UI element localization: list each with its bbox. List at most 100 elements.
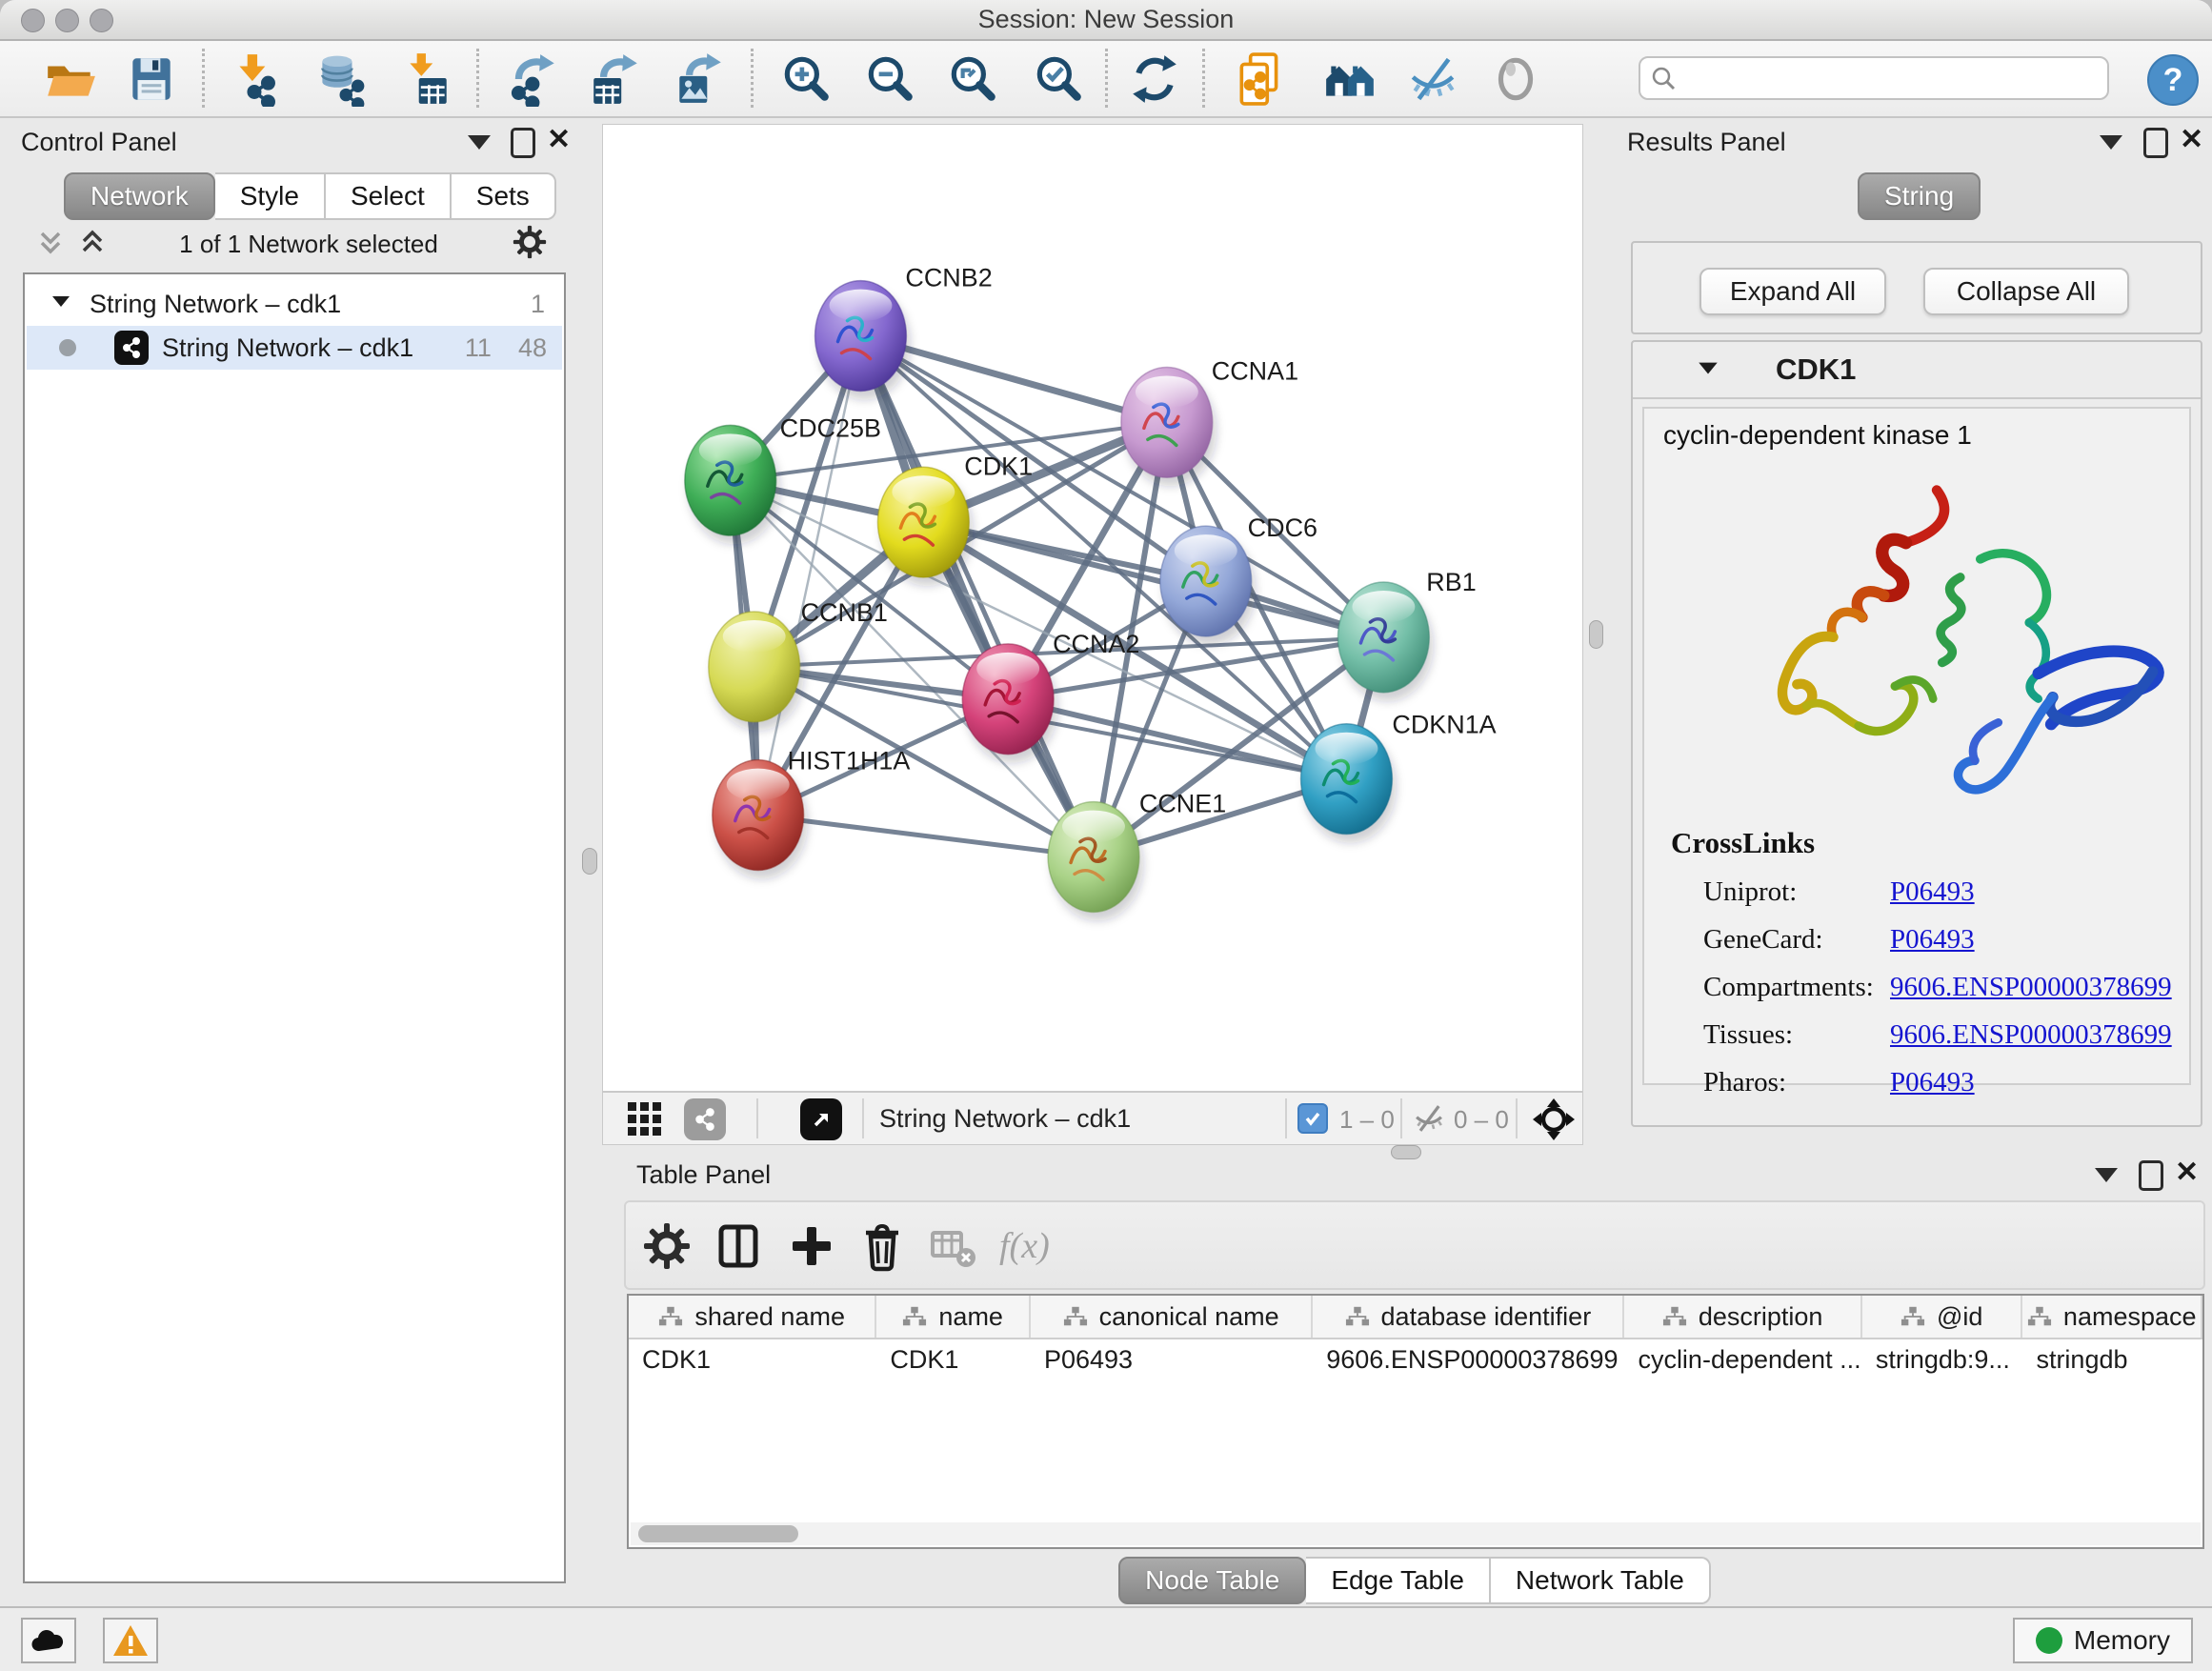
tab-string[interactable]: String [1858,172,1981,220]
table-cell[interactable]: 9606.ENSP00000378699 [1313,1339,1624,1379]
crosslink-label: Compartments: [1703,972,1890,1003]
import-network-database-icon[interactable] [312,51,367,107]
column-header-shared-name[interactable]: shared name [629,1296,876,1338]
delete-column-trash-icon[interactable] [855,1219,909,1273]
zoom-fit-icon[interactable] [945,51,1000,107]
tab-edge-table[interactable]: Edge Table [1306,1557,1491,1604]
hidden-eye-slash-icon[interactable] [1412,1101,1446,1140]
selected-checkbox-icon[interactable] [1297,1103,1328,1134]
column-header-name[interactable]: name [876,1296,1031,1338]
collapse-all-chevron-icon[interactable] [36,228,65,261]
tab-node-table[interactable]: Node Table [1118,1557,1306,1604]
collapse-panel-icon[interactable] [2095,1168,2118,1182]
import-table-icon[interactable] [399,51,454,107]
open-external-icon[interactable] [800,1098,842,1140]
table-cell[interactable]: CDK1 [629,1339,876,1379]
close-window-button[interactable] [21,9,45,32]
import-network-file-icon[interactable] [228,51,283,107]
crosslink-link[interactable]: P06493 [1890,1067,1975,1098]
current-network-dot-icon [59,339,76,356]
tab-network-table[interactable]: Network Table [1491,1557,1711,1604]
search-box[interactable] [1639,56,2109,100]
table-cell[interactable]: stringdb [2022,1339,2202,1379]
open-session-icon[interactable] [43,51,98,107]
expand-all-chevron-icon[interactable] [78,228,107,261]
help-button[interactable]: ? [2147,54,2199,106]
export-table-icon[interactable] [588,51,643,107]
splitter-handle[interactable] [1589,620,1603,649]
crosslink-link[interactable]: P06493 [1890,876,1975,908]
fit-crosshair-icon[interactable] [1532,1097,1576,1146]
close-panel-icon[interactable]: ✕ [2175,1160,2199,1185]
table-cell[interactable]: CDK1 [876,1339,1031,1379]
network-collection-row[interactable]: String Network – cdk1 1 [27,282,562,326]
column-header-database-identifier[interactable]: database identifier [1313,1296,1624,1338]
table-cell[interactable]: cyclin-dependent ... [1624,1339,1861,1379]
float-panel-icon[interactable] [2139,1160,2163,1191]
network-canvas[interactable]: CCNB2CCNA1CDC25BCDK1CDC6RB1CCNB1CCNA2CDK… [602,124,1583,1092]
network-row-selected[interactable]: String Network – cdk1 11 48 [27,326,562,370]
table-settings-gear-icon[interactable] [640,1219,694,1273]
clone-network-document-icon[interactable] [1233,51,1288,107]
close-panel-icon[interactable]: ✕ [547,128,571,152]
zoom-out-icon[interactable] [862,51,917,107]
table-panel: Table Panel ✕ f(x) shared namenamecanoni… [617,1153,2212,1601]
float-panel-icon[interactable] [2143,128,2168,158]
tab-select[interactable]: Select [326,172,452,220]
add-column-icon[interactable] [785,1219,838,1273]
minimize-window-button[interactable] [55,9,79,32]
node-label-CCNB2: CCNB2 [905,264,992,292]
delete-table-icon[interactable] [927,1219,980,1273]
collapse-panel-icon[interactable] [468,135,491,150]
tab-sets[interactable]: Sets [452,172,556,220]
crosslink-link[interactable]: 9606.ENSP00000378699 [1890,1019,2172,1051]
tab-network[interactable]: Network [64,172,215,220]
search-input[interactable] [1684,63,2107,94]
export-network-icon[interactable] [507,51,562,107]
table-horizontal-scrollbar[interactable] [631,1522,2201,1545]
network-list-gear-icon[interactable] [511,223,549,266]
collapse-all-button[interactable]: Collapse All [1923,268,2129,315]
grid-overview-icon[interactable] [626,1100,664,1143]
column-header-canonical-name[interactable]: canonical name [1031,1296,1313,1338]
close-panel-icon[interactable]: ✕ [2180,128,2203,152]
column-header-id[interactable]: @id [1862,1296,2023,1338]
hide-selected-eye-slash-icon[interactable] [1405,51,1460,107]
expand-all-button[interactable]: Expand All [1699,268,1886,315]
column-header-namespace[interactable]: namespace [2022,1296,2202,1338]
network-view-title: String Network – cdk1 [879,1104,1131,1134]
crosslink-link[interactable]: 9606.ENSP00000378699 [1890,972,2172,1003]
crosslink-link[interactable]: P06493 [1890,924,1975,956]
results-panel-title: Results Panel [1627,128,1786,157]
expander-triangle-icon[interactable] [50,290,72,319]
collapse-panel-icon[interactable] [2100,135,2122,150]
column-header-description[interactable]: description [1624,1296,1861,1338]
gene-section-header[interactable]: CDK1 [1633,342,2201,399]
tab-style[interactable]: Style [215,172,326,220]
refresh-icon[interactable] [1127,51,1182,107]
zoom-in-icon[interactable] [778,51,834,107]
share-view-icon[interactable] [684,1098,726,1140]
splitter-handle[interactable] [1391,1145,1421,1159]
table-cell[interactable]: P06493 [1031,1339,1313,1379]
function-builder-icon[interactable]: f(x) [999,1219,1114,1273]
toolbar-separator [751,49,754,108]
memory-button[interactable]: Memory [2013,1618,2193,1663]
houses-icon[interactable] [1322,51,1377,107]
scrollbar-thumb[interactable] [638,1525,798,1542]
splitter-handle[interactable] [582,848,597,875]
cloud-button[interactable] [21,1618,76,1663]
gene-results-box: CDK1 cyclin-dependent kinase 1 [1631,340,2202,1127]
zoom-window-button[interactable] [90,9,113,32]
table-cell[interactable]: stringdb:9... [1862,1339,2023,1379]
float-panel-icon[interactable] [511,128,535,158]
node-label-CCNB1: CCNB1 [801,598,888,627]
zoom-selected-icon[interactable] [1031,51,1086,107]
save-session-icon[interactable] [124,51,179,107]
show-columns-icon[interactable] [712,1219,765,1273]
export-image-icon[interactable] [672,51,727,107]
show-all-eye-icon[interactable] [1488,51,1543,107]
warnings-button[interactable] [103,1618,158,1663]
expander-triangle-icon[interactable] [1696,355,1720,385]
table-row[interactable]: CDK1CDK1P064939606.ENSP00000378699cyclin… [629,1339,2202,1379]
